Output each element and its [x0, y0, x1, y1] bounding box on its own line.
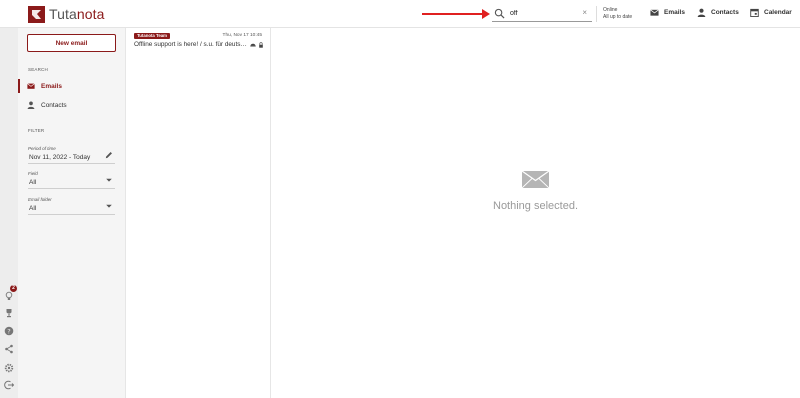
svg-text:?: ? [7, 327, 10, 335]
person-icon [697, 8, 706, 17]
envelope-icon [522, 171, 549, 188]
confidential-icon [250, 43, 256, 47]
filter-value: All [29, 205, 37, 212]
sidebar-item-emails[interactable]: Emails [18, 79, 125, 93]
nav-emails-label: Emails [664, 9, 685, 16]
notification-badge: 2 [10, 285, 17, 292]
nav-calendar-label: Calendar [764, 9, 792, 16]
app-logo[interactable]: Tutanota [28, 5, 105, 23]
list-item[interactable]: Tutanota Team Thu, Nov 17 10:45 Offline … [126, 28, 271, 54]
logo-text-part1: Tuta [49, 6, 77, 22]
filter-value: All [29, 179, 37, 186]
clear-search-icon[interactable]: × [582, 8, 587, 17]
sidebar-item-contacts[interactable]: Contacts [18, 98, 125, 112]
mail-subject: Offline support is here! / s.u. für deut… [134, 41, 248, 48]
filter-heading: FILTER [28, 128, 45, 133]
filter-label: Email folder [28, 197, 52, 202]
calendar-icon [750, 8, 759, 17]
lock-icon [259, 42, 263, 48]
sender-badge: Tutanota Team [134, 33, 170, 39]
settings-icon[interactable] [4, 363, 14, 373]
search-icon [494, 8, 505, 19]
mail-icon [27, 83, 35, 89]
nav-emails[interactable]: Emails [650, 8, 685, 17]
sidebar-item-label: Contacts [41, 101, 67, 109]
search-bar[interactable]: × [492, 5, 592, 22]
search-input[interactable] [510, 9, 570, 17]
left-rail: 2 ? [0, 28, 18, 398]
mail-viewer: Nothing selected. [271, 28, 800, 398]
empty-state-message: Nothing selected. [493, 200, 578, 212]
filter-label: Field [28, 171, 38, 176]
period-of-time-filter[interactable]: Period of time Nov 11, 2022 - Today [28, 146, 115, 164]
connection-status[interactable]: Online All up to date [603, 7, 632, 21]
trophy-icon[interactable] [4, 308, 14, 318]
logo-text-part2: nota [76, 6, 105, 22]
pencil-icon[interactable] [105, 151, 113, 159]
dropdown-arrow-icon [106, 204, 112, 208]
person-icon [27, 101, 35, 109]
new-email-button[interactable]: New email [27, 34, 116, 52]
logout-icon[interactable] [4, 380, 14, 390]
dropdown-arrow-icon [106, 178, 112, 182]
app-header: Tutanota × Online All up to date Emails … [0, 0, 800, 28]
nav-contacts[interactable]: Contacts [697, 8, 739, 17]
search-result-list: Tutanota Team Thu, Nov 17 10:45 Offline … [125, 28, 271, 398]
status-online: Online [603, 7, 618, 13]
search-heading: SEARCH [28, 67, 48, 72]
search-sidebar: New email SEARCH Emails Contacts FILTER … [18, 28, 125, 398]
app-name: Tutanota [49, 6, 105, 22]
lightbulb-icon[interactable] [4, 291, 14, 301]
field-filter[interactable]: Field All [28, 171, 115, 189]
email-folder-filter[interactable]: Email folder All [28, 197, 115, 215]
mail-date: Thu, Nov 17 10:45 [222, 33, 262, 38]
nav-contacts-label: Contacts [711, 9, 739, 16]
annotation-arrow-icon [422, 9, 490, 19]
status-sync: All up to date [603, 14, 633, 20]
help-icon[interactable]: ? [4, 326, 14, 336]
header-divider [596, 6, 597, 22]
filter-label: Period of time [28, 146, 56, 151]
sidebar-item-label: Emails [41, 82, 62, 90]
tutanota-logo-icon [28, 5, 45, 23]
nav-calendar[interactable]: Calendar [750, 8, 792, 17]
share-icon[interactable] [4, 344, 14, 354]
mail-icon [650, 9, 659, 16]
filter-value: Nov 11, 2022 - Today [29, 154, 91, 161]
